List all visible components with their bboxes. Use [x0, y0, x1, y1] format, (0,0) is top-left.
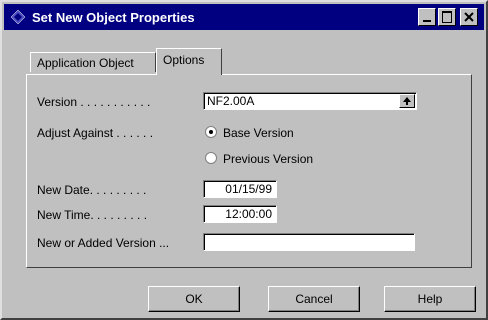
maximize-icon[interactable] — [438, 8, 456, 26]
radio-previous-version-label[interactable]: Previous Version — [223, 152, 313, 166]
tab-application-object[interactable]: Application Object — [30, 52, 156, 72]
new-date-input[interactable] — [204, 181, 276, 197]
new-or-added-version-label: New or Added Version ... — [37, 236, 170, 250]
version-combobox[interactable]: NF2.00A — [203, 92, 417, 110]
new-time-input[interactable] — [204, 206, 276, 222]
new-time-field[interactable] — [203, 205, 277, 223]
dropdown-arrow-icon[interactable] — [399, 94, 415, 108]
cancel-button[interactable]: Cancel — [268, 286, 360, 312]
ok-button[interactable]: OK — [148, 286, 240, 312]
new-or-added-version-input[interactable] — [204, 234, 414, 250]
radio-base-version-label[interactable]: Base Version — [223, 126, 294, 140]
radio-base-version[interactable] — [205, 126, 217, 138]
minimize-icon[interactable] — [418, 8, 436, 26]
radio-previous-version[interactable] — [205, 152, 217, 164]
window-title: Set New Object Properties — [32, 10, 195, 25]
version-label: Version . . . . . . . . . . . — [37, 95, 151, 109]
app-icon — [10, 9, 26, 25]
tab-options[interactable]: Options — [156, 48, 222, 75]
new-time-label: New Time. . . . . . . . . — [37, 208, 148, 222]
new-or-added-version-field[interactable] — [203, 233, 415, 251]
version-value: NF2.00A — [207, 94, 255, 108]
options-panel: Version . . . . . . . . . . . NF2.00A Ad… — [26, 74, 472, 268]
dialog-window: Set New Object Properties Application Ob… — [0, 0, 488, 320]
new-date-label: New Date. . . . . . . . . — [37, 183, 147, 197]
adjust-against-label: Adjust Against . . . . . . — [37, 126, 154, 140]
help-button[interactable]: Help — [384, 286, 476, 312]
close-icon[interactable] — [460, 8, 478, 26]
title-bar[interactable]: Set New Object Properties — [4, 4, 484, 30]
new-date-field[interactable] — [203, 180, 277, 198]
